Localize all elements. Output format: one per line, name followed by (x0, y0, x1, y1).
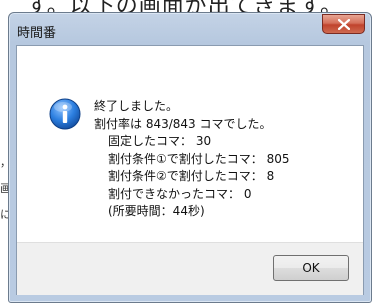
message-line: 終了しました。 (94, 99, 179, 113)
title-bar[interactable]: 時間番 (9, 13, 371, 47)
detail-line: 割付条件①で割付したコマ： 805 (108, 151, 290, 166)
detail-line: 割付条件②で割付したコマ： 8 (108, 169, 275, 183)
message-line: 割付率は 843/843 コマでした。 (94, 116, 272, 131)
close-icon (338, 19, 350, 30)
message-text: 終了しました。 割付率は 843/843 コマでした。 固定したコマ： 30 割… (94, 98, 289, 221)
screen: す。以下の画面が出てきます。 ， 画 に 時間番 (0, 0, 375, 307)
background-side-text: ， 画 に (0, 150, 8, 228)
background-side-char: 画 (0, 182, 8, 195)
background-side-char: ， (0, 150, 8, 176)
detail-line: 固定したコマ： 30 (108, 134, 212, 148)
button-bar: OK (17, 242, 363, 295)
detail-line: 割付できなかったコマ： 0 (108, 186, 252, 201)
dialog-body: 終了しました。 割付率は 843/843 コマでした。 固定したコマ： 30 割… (16, 45, 364, 295)
ok-button[interactable]: OK (273, 255, 349, 281)
info-icon (49, 98, 81, 130)
message-dialog: 時間番 終了しました。 割付率は 843/843 コマでした。 固定したコマ： … (8, 12, 372, 303)
close-button[interactable] (322, 14, 365, 34)
dialog-title: 時間番 (17, 26, 57, 41)
detail-line: (所要時間：44秒) (108, 204, 205, 218)
background-side-char: に (0, 208, 8, 221)
message-area: 終了しました。 割付率は 843/843 コマでした。 固定したコマ： 30 割… (17, 46, 363, 242)
